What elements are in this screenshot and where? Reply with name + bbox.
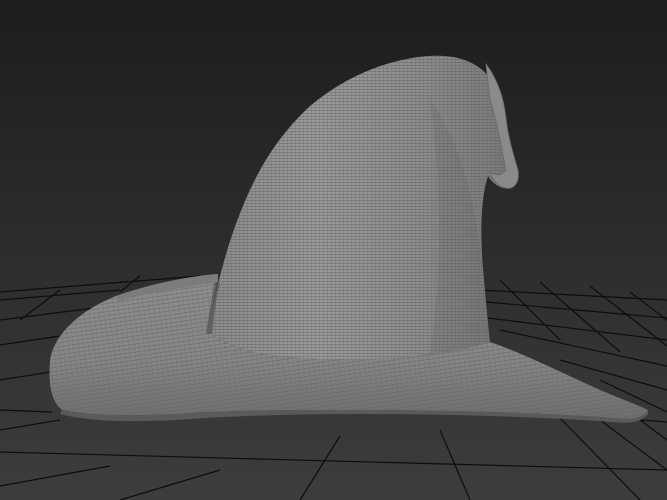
3d-viewport[interactable] [0,0,667,500]
viewport-scene [0,0,667,500]
